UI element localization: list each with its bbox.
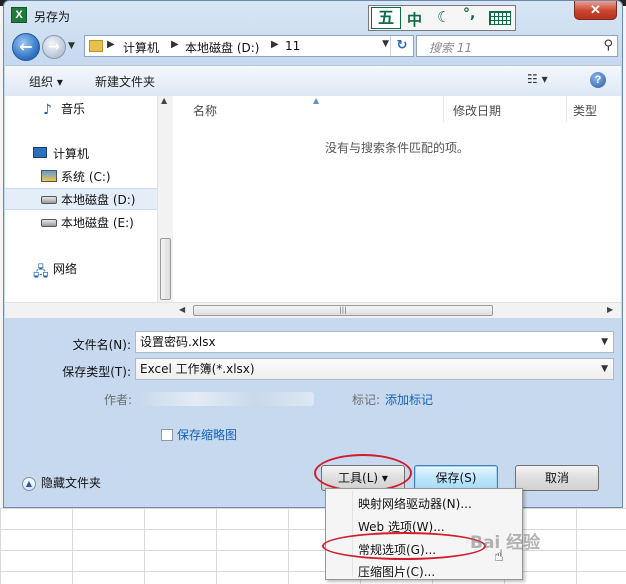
save-thumbnail-label[interactable]: 保存缩略图 xyxy=(177,426,237,443)
column-divider[interactable] xyxy=(443,96,444,122)
hide-folders-label: 隐藏文件夹 xyxy=(41,476,102,490)
drive-icon xyxy=(41,196,57,204)
file-scroll-thumb[interactable]: ||| xyxy=(193,305,493,316)
ime-width-toggle[interactable]: ☾ xyxy=(437,8,450,26)
browser-area: ♪ 音乐 计算机 系统 (C:) 本地磁盘 (D:) 本地磁盘 (E:) 🖧 网… xyxy=(5,96,621,318)
command-bar: 组织 ▾ 新建文件夹 ☷ ▾ ? xyxy=(5,65,621,97)
filetype-label: 保存类型(T): xyxy=(62,365,131,379)
computer-icon xyxy=(33,147,47,158)
ime-logo-icon[interactable]: 五 xyxy=(371,7,401,29)
column-name[interactable]: 名称 xyxy=(193,102,217,119)
windows-drive-icon xyxy=(41,170,57,182)
menu-item-map-drive[interactable]: 映射网络驱动器(N)... xyxy=(358,495,472,512)
dialog-title: 另存为 xyxy=(34,10,71,24)
sidebar-item-label: 本地磁盘 (E:) xyxy=(61,216,134,230)
chevron-down-icon[interactable]: ▼ xyxy=(601,332,608,352)
view-options-button[interactable]: ☷ ▾ xyxy=(527,72,548,86)
filetype-value: Excel 工作簿(*.xlsx) xyxy=(140,362,255,376)
forward-button[interactable]: → xyxy=(42,35,66,59)
nav-scrollbar[interactable]: ▲ xyxy=(157,96,173,302)
organize-button[interactable]: 组织 ▾ xyxy=(29,73,63,90)
save-thumbnail-checkbox[interactable] xyxy=(161,429,173,441)
sidebar-item-music[interactable]: ♪ 音乐 xyxy=(5,98,157,120)
filename-label: 文件名(N): xyxy=(72,338,131,352)
drive-icon xyxy=(41,219,57,227)
network-icon: 🖧 xyxy=(33,264,49,280)
sidebar-item-label: 音乐 xyxy=(61,102,86,116)
sidebar-item-drive-c[interactable]: 系统 (C:) xyxy=(5,166,157,188)
annotation-highlight-general-options xyxy=(322,532,486,560)
annotation-highlight-tools xyxy=(314,454,412,492)
sidebar-item-computer[interactable]: 计算机 xyxy=(5,143,157,165)
scroll-up-icon[interactable]: ▲ xyxy=(161,96,167,105)
refresh-button[interactable]: ↻ xyxy=(390,36,413,56)
breadcrumb-drive-d[interactable]: 本地磁盘 (D:) xyxy=(185,39,259,56)
ime-toolbar[interactable]: 五 中 ☾ °, xyxy=(368,5,516,31)
chevron-right-icon[interactable]: ▶ xyxy=(107,39,115,50)
breadcrumb-computer[interactable]: 计算机 xyxy=(123,39,159,56)
filename-field[interactable]: 设置密码.xlsx ▼ xyxy=(135,331,614,353)
music-icon: ♪ xyxy=(43,102,52,118)
sidebar-item-drive-d[interactable]: 本地磁盘 (D:) xyxy=(5,188,157,210)
author-value-redacted[interactable] xyxy=(138,392,314,406)
back-button[interactable]: ← xyxy=(12,33,40,61)
ime-punct-toggle[interactable]: °, xyxy=(463,6,475,22)
soft-keyboard-icon[interactable] xyxy=(489,11,511,25)
tags-label: 标记: xyxy=(352,393,381,407)
file-list: ▲ 名称 修改日期 类型 没有与搜索条件匹配的项。 xyxy=(173,96,621,302)
address-bar[interactable]: ▶ 计算机 ▶ 本地磁盘 (D:) ▶ 11 ▼ xyxy=(84,35,414,57)
sidebar-item-label: 系统 (C:) xyxy=(61,170,111,184)
empty-message: 没有与搜索条件匹配的项。 xyxy=(324,141,469,155)
search-placeholder: 搜索 11 xyxy=(429,41,473,55)
menu-item-compress-pictures[interactable]: 压缩图片(C)... xyxy=(358,563,435,580)
watermark: Bai 经验 xyxy=(470,533,541,553)
mouse-cursor-icon: ☝ xyxy=(494,546,504,565)
add-tags-link[interactable]: 添加标记 xyxy=(385,391,433,408)
author-label: 作者: xyxy=(104,393,133,407)
chevron-down-icon[interactable]: ▼ xyxy=(601,359,608,379)
hide-folders-button[interactable]: ▲ 隐藏文件夹 xyxy=(22,474,101,491)
chevron-right-icon[interactable]: ▶ xyxy=(271,39,279,50)
excel-icon: X xyxy=(11,7,27,23)
sidebar-item-label: 计算机 xyxy=(53,147,90,161)
sidebar-item-label: 本地磁盘 (D:) xyxy=(61,193,136,207)
sidebar-item-network[interactable]: 🖧 网络 xyxy=(5,258,157,280)
cancel-button[interactable]: 取消 xyxy=(515,465,599,491)
history-dropdown-icon[interactable]: ▼ xyxy=(68,41,75,51)
search-input[interactable]: 搜索 11 ⚲ xyxy=(416,35,618,57)
close-button[interactable]: ✕ xyxy=(574,1,617,20)
address-dropdown-icon[interactable]: ▼ xyxy=(382,39,389,49)
new-folder-button[interactable]: 新建文件夹 xyxy=(95,73,155,90)
scroll-right-icon[interactable]: ▶ xyxy=(607,305,613,314)
breadcrumb-folder[interactable]: 11 xyxy=(285,39,300,53)
folder-icon xyxy=(89,40,103,52)
column-type[interactable]: 类型 xyxy=(573,102,597,119)
save-as-dialog: X 另存为 五 中 ☾ °, ✕ ← → ▼ ▶ 计算机 ▶ 本地磁盘 (D:)… xyxy=(3,0,623,508)
sidebar-item-label: 网络 xyxy=(53,262,78,276)
chevron-right-icon[interactable]: ▶ xyxy=(171,39,179,50)
navigation-pane: ♪ 音乐 计算机 系统 (C:) 本地磁盘 (D:) 本地磁盘 (E:) 🖧 网… xyxy=(5,96,157,302)
ime-mode-toggle[interactable]: 中 xyxy=(407,9,422,30)
filename-value: 设置密码.xlsx xyxy=(140,335,216,349)
filetype-select[interactable]: Excel 工作簿(*.xlsx) ▼ xyxy=(135,358,614,380)
sort-arrow-icon: ▲ xyxy=(313,96,320,105)
column-divider[interactable] xyxy=(566,96,567,122)
sidebar-item-drive-e[interactable]: 本地磁盘 (E:) xyxy=(5,212,157,234)
title-bar: X 另存为 五 中 ☾ °, ✕ xyxy=(4,1,622,31)
help-icon[interactable]: ? xyxy=(590,72,606,88)
file-scrollbar[interactable]: ◀ ||| ▶ xyxy=(5,302,621,318)
search-icon[interactable]: ⚲ xyxy=(603,38,613,53)
scroll-left-icon[interactable]: ◀ xyxy=(179,305,185,314)
collapse-icon: ▲ xyxy=(22,476,36,491)
column-modified[interactable]: 修改日期 xyxy=(453,102,501,119)
nav-scroll-thumb[interactable] xyxy=(160,238,171,300)
